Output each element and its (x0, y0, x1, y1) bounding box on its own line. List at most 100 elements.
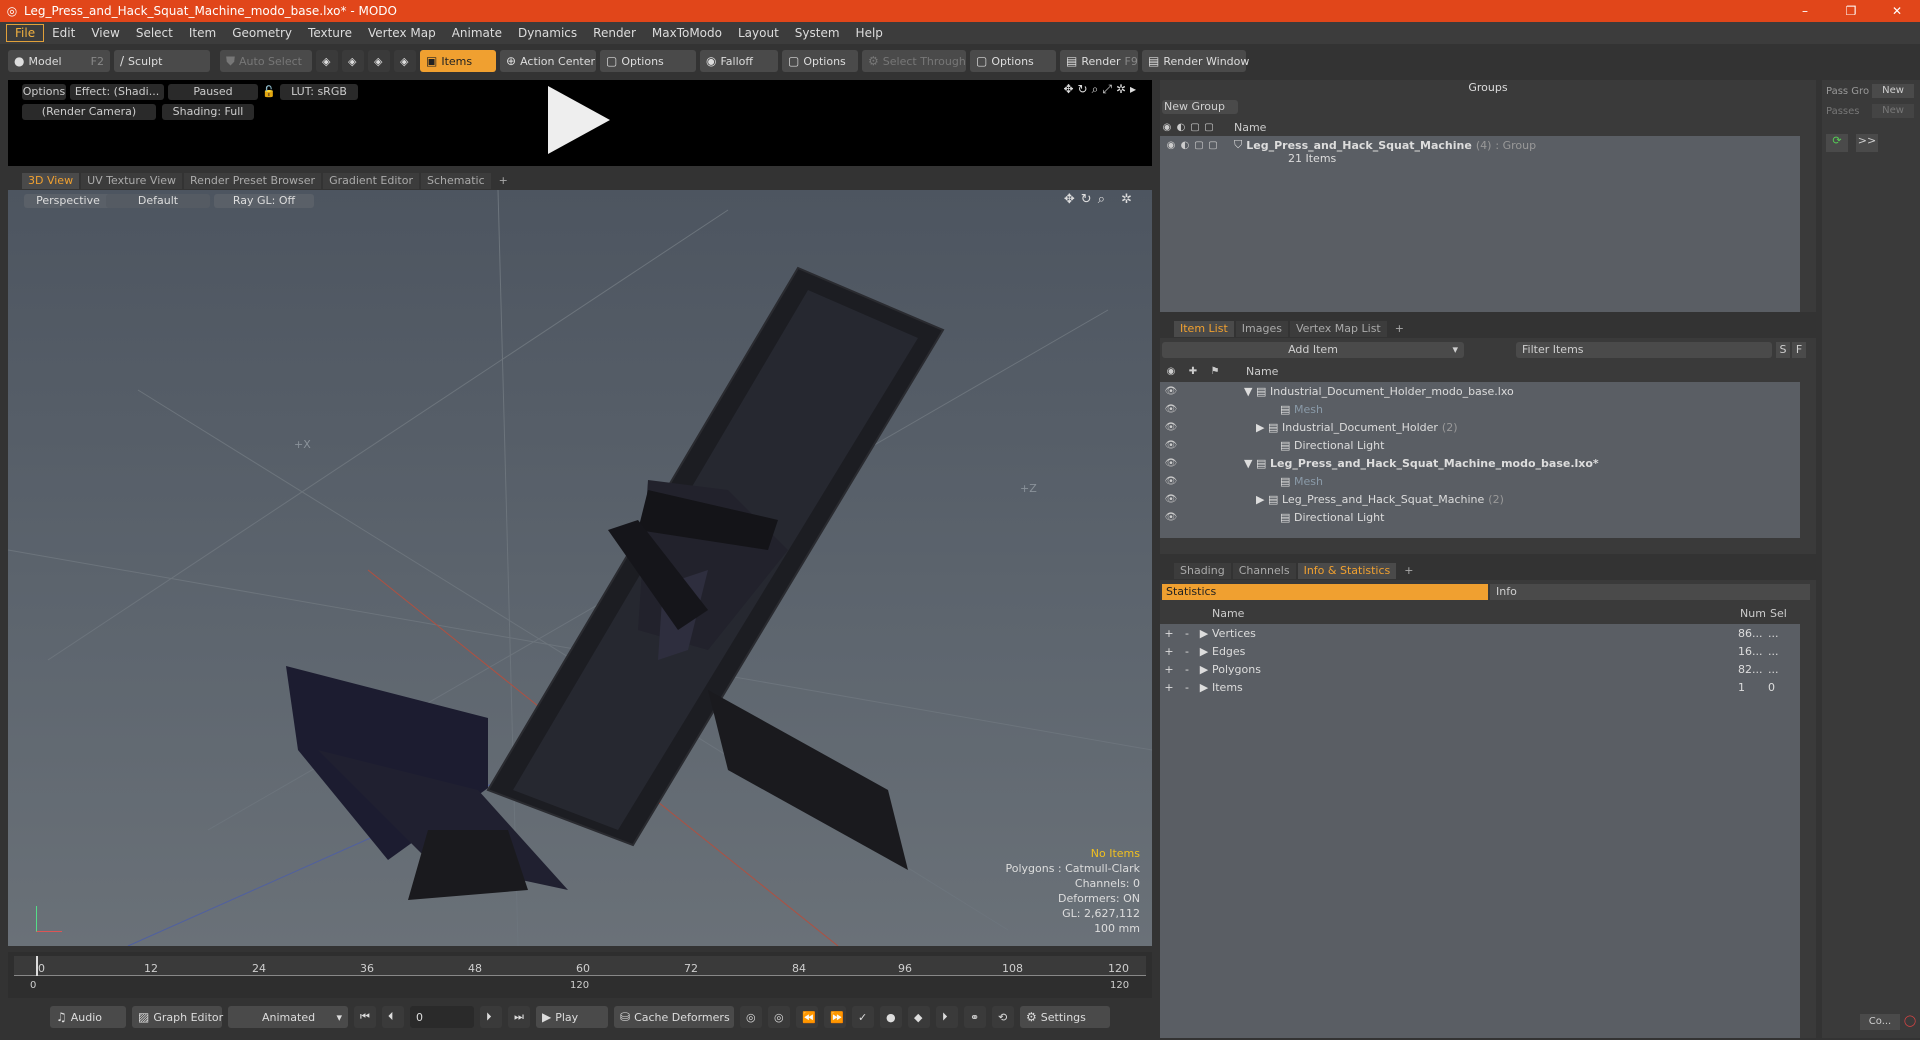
collapse-minus-icon[interactable]: - (1178, 627, 1196, 640)
statistics-subtab[interactable]: Statistics (1162, 584, 1488, 600)
chevron-right-icon[interactable]: ▶ (1196, 645, 1212, 658)
animated-dropdown[interactable]: Animated ▾ (228, 1006, 348, 1028)
groups-list[interactable]: ◉ ◐ ▢ ▢ ⛉ Leg_Press_and_Hack_Squat_Machi… (1160, 136, 1800, 312)
settings-button[interactable]: ⚙ Settings (1020, 1006, 1110, 1028)
item-row[interactable]: 👁 ▤ Mesh (1160, 472, 1800, 490)
visibility-icon[interactable]: 👁 (1160, 512, 1182, 523)
menu-help[interactable]: Help (848, 26, 891, 40)
auto-select-button[interactable]: ⛊ Auto Select (220, 50, 312, 72)
tab-channels[interactable]: Channels (1232, 563, 1296, 579)
visibility-icon[interactable]: 👁 (1160, 476, 1182, 487)
filter-s-button[interactable]: S (1776, 342, 1790, 358)
tab-info-statistics[interactable]: Info & Statistics (1297, 563, 1397, 579)
select-through-options-button[interactable]: ▢ Options (970, 50, 1056, 72)
visibility-icon[interactable]: 👁 (1160, 422, 1182, 433)
new-pass-group-button[interactable]: New (1872, 84, 1914, 98)
item-list-tree[interactable]: 👁 ▼ ▤ Industrial_Document_Holder_modo_base.… (1160, 382, 1800, 538)
visibility-icon[interactable]: 👁 (1160, 440, 1182, 451)
cache-deformers-button[interactable]: ⛁ Cache Deformers (614, 1006, 734, 1028)
visibility-icon[interactable]: 👁 (1160, 494, 1182, 505)
action-center-button[interactable]: ⊕ Action Center (500, 50, 596, 72)
menu-texture[interactable]: Texture (300, 26, 360, 40)
item-row[interactable]: 👁 ▼ ▤ Leg_Press_and_Hack_Squat_Machine_modo… (1160, 454, 1800, 472)
action-center-options-button[interactable]: ▢ Options (600, 50, 696, 72)
go-start-icon[interactable]: ⏮ (354, 1006, 376, 1028)
minimize-button[interactable]: – (1782, 4, 1828, 18)
model-mode-button[interactable]: ● Model F2 (8, 50, 110, 72)
more-button[interactable]: >> (1856, 134, 1878, 152)
lock-toggle-icon[interactable]: ▢ (1192, 140, 1206, 151)
falloff-button[interactable]: ◉ Falloff (700, 50, 778, 72)
refresh-icon[interactable]: ⟳ (1826, 134, 1848, 152)
item-row[interactable]: 👁 ▼ ▤ Industrial_Document_Holder_modo_base.… (1160, 382, 1800, 400)
materials-mode-icon[interactable]: ◈ (394, 50, 416, 72)
menu-dynamics[interactable]: Dynamics (510, 26, 585, 40)
tab-schematic[interactable]: Schematic (421, 173, 491, 189)
falloff-options-button[interactable]: ▢ Options (782, 50, 858, 72)
tab-shading[interactable]: Shading (1174, 563, 1231, 579)
tab-item-list[interactable]: Item List (1174, 321, 1234, 337)
lock-icon[interactable]: 🔓 (262, 84, 276, 100)
viewport-3d[interactable]: Perspective Default Ray GL: Off ✥↻⌕ ✲ +X… (8, 190, 1152, 946)
collapse-minus-icon[interactable]: - (1178, 645, 1196, 658)
expand-plus-icon[interactable]: + (1160, 627, 1178, 640)
add-tab-button[interactable]: + (1398, 563, 1419, 579)
visibility-icon[interactable]: ◉ (1164, 140, 1178, 151)
select-through-button[interactable]: ⚙ Select Through (862, 50, 966, 72)
preview-nav-icons[interactable]: ✥↻⌕⤢✲▸ (1063, 82, 1140, 97)
render-toggle-icon[interactable]: ◐ (1178, 140, 1192, 151)
preview-shading-dropdown[interactable]: Shading: Full (162, 104, 254, 120)
expand-arrow-icon[interactable]: ▼ (1244, 385, 1256, 398)
play-icon[interactable] (548, 86, 610, 154)
visibility-icon[interactable]: 👁 (1160, 404, 1182, 415)
prev-frame-icon[interactable]: ⏴ (382, 1006, 404, 1028)
edges-mode-icon[interactable]: ◈ (342, 50, 364, 72)
menu-geometry[interactable]: Geometry (224, 26, 300, 40)
expand-plus-icon[interactable]: + (1160, 663, 1178, 676)
visibility-icon[interactable]: 👁 (1160, 458, 1182, 469)
chevron-right-icon[interactable]: ▶ (1196, 627, 1212, 640)
check-icon[interactable]: ✓ (852, 1006, 874, 1028)
new-group-button[interactable]: New Group (1162, 100, 1238, 114)
select-toggle-icon[interactable]: ▢ (1206, 140, 1220, 151)
maximize-button[interactable]: ❐ (1828, 4, 1874, 18)
stats-table[interactable]: + - ▶ Vertices 86...... + - ▶ Edges 16...... + - ▶ Po… (1160, 624, 1800, 1038)
stat-row[interactable]: + - ▶ Polygons 82...... (1160, 660, 1800, 678)
tab-gradient-editor[interactable]: Gradient Editor (323, 173, 419, 189)
go-end-icon[interactable]: ⏭ (508, 1006, 530, 1028)
filter-items-input[interactable]: Filter Items (1516, 342, 1772, 358)
keyframe-icon[interactable]: ◆ (908, 1006, 930, 1028)
group-row[interactable]: ◉ ◐ ▢ ▢ ⛉ Leg_Press_and_Hack_Squat_Machi… (1160, 136, 1800, 154)
menu-render[interactable]: Render (585, 26, 644, 40)
menu-view[interactable]: View (83, 26, 127, 40)
timeline[interactable]: 0 12 24 36 48 60 72 84 96 108 120 0 120 … (8, 952, 1152, 998)
chevron-right-icon[interactable]: ▶ (1196, 681, 1212, 694)
tab-images[interactable]: Images (1235, 321, 1288, 337)
loop-icon[interactable]: ⟲ (992, 1006, 1014, 1028)
preview-effect-dropdown[interactable]: Effect: (Shadi... (70, 84, 164, 100)
menu-animate[interactable]: Animate (444, 26, 510, 40)
menu-item[interactable]: Item (181, 26, 224, 40)
tab-3d-view[interactable]: 3D View (22, 173, 80, 189)
render-button[interactable]: ▤ Render F9 (1060, 50, 1138, 72)
audio-button[interactable]: ♫ Audio (50, 1006, 126, 1028)
add-item-dropdown[interactable]: Add Item ▾ (1162, 342, 1464, 358)
link-icon[interactable]: ⚭ (964, 1006, 986, 1028)
menu-edit[interactable]: Edit (44, 26, 83, 40)
info-subtab[interactable]: Info (1490, 584, 1810, 600)
new-pass-button[interactable]: New (1872, 104, 1914, 118)
close-button[interactable]: ✕ (1874, 4, 1920, 18)
polygons-mode-icon[interactable]: ◈ (368, 50, 390, 72)
key-nav-icon[interactable]: ⏵ (936, 1006, 958, 1028)
expand-arrow-icon[interactable]: ▶ (1256, 421, 1268, 434)
collapse-minus-icon[interactable]: - (1178, 663, 1196, 676)
expand-arrow-icon[interactable]: ▶ (1256, 493, 1268, 506)
stat-row[interactable]: + - ▶ Items 1 0 (1160, 678, 1800, 696)
vertices-mode-icon[interactable]: ◈ (316, 50, 338, 72)
item-row[interactable]: 👁 ▤ Directional Light (1160, 508, 1800, 526)
chevron-right-icon[interactable]: ▶ (1196, 663, 1212, 676)
record-icon[interactable]: ● (880, 1006, 902, 1028)
menu-file[interactable]: File (6, 24, 45, 42)
sculpt-mode-button[interactable]: / Sculpt (114, 50, 210, 72)
menu-maxtomodo[interactable]: MaxToModo (644, 26, 730, 40)
